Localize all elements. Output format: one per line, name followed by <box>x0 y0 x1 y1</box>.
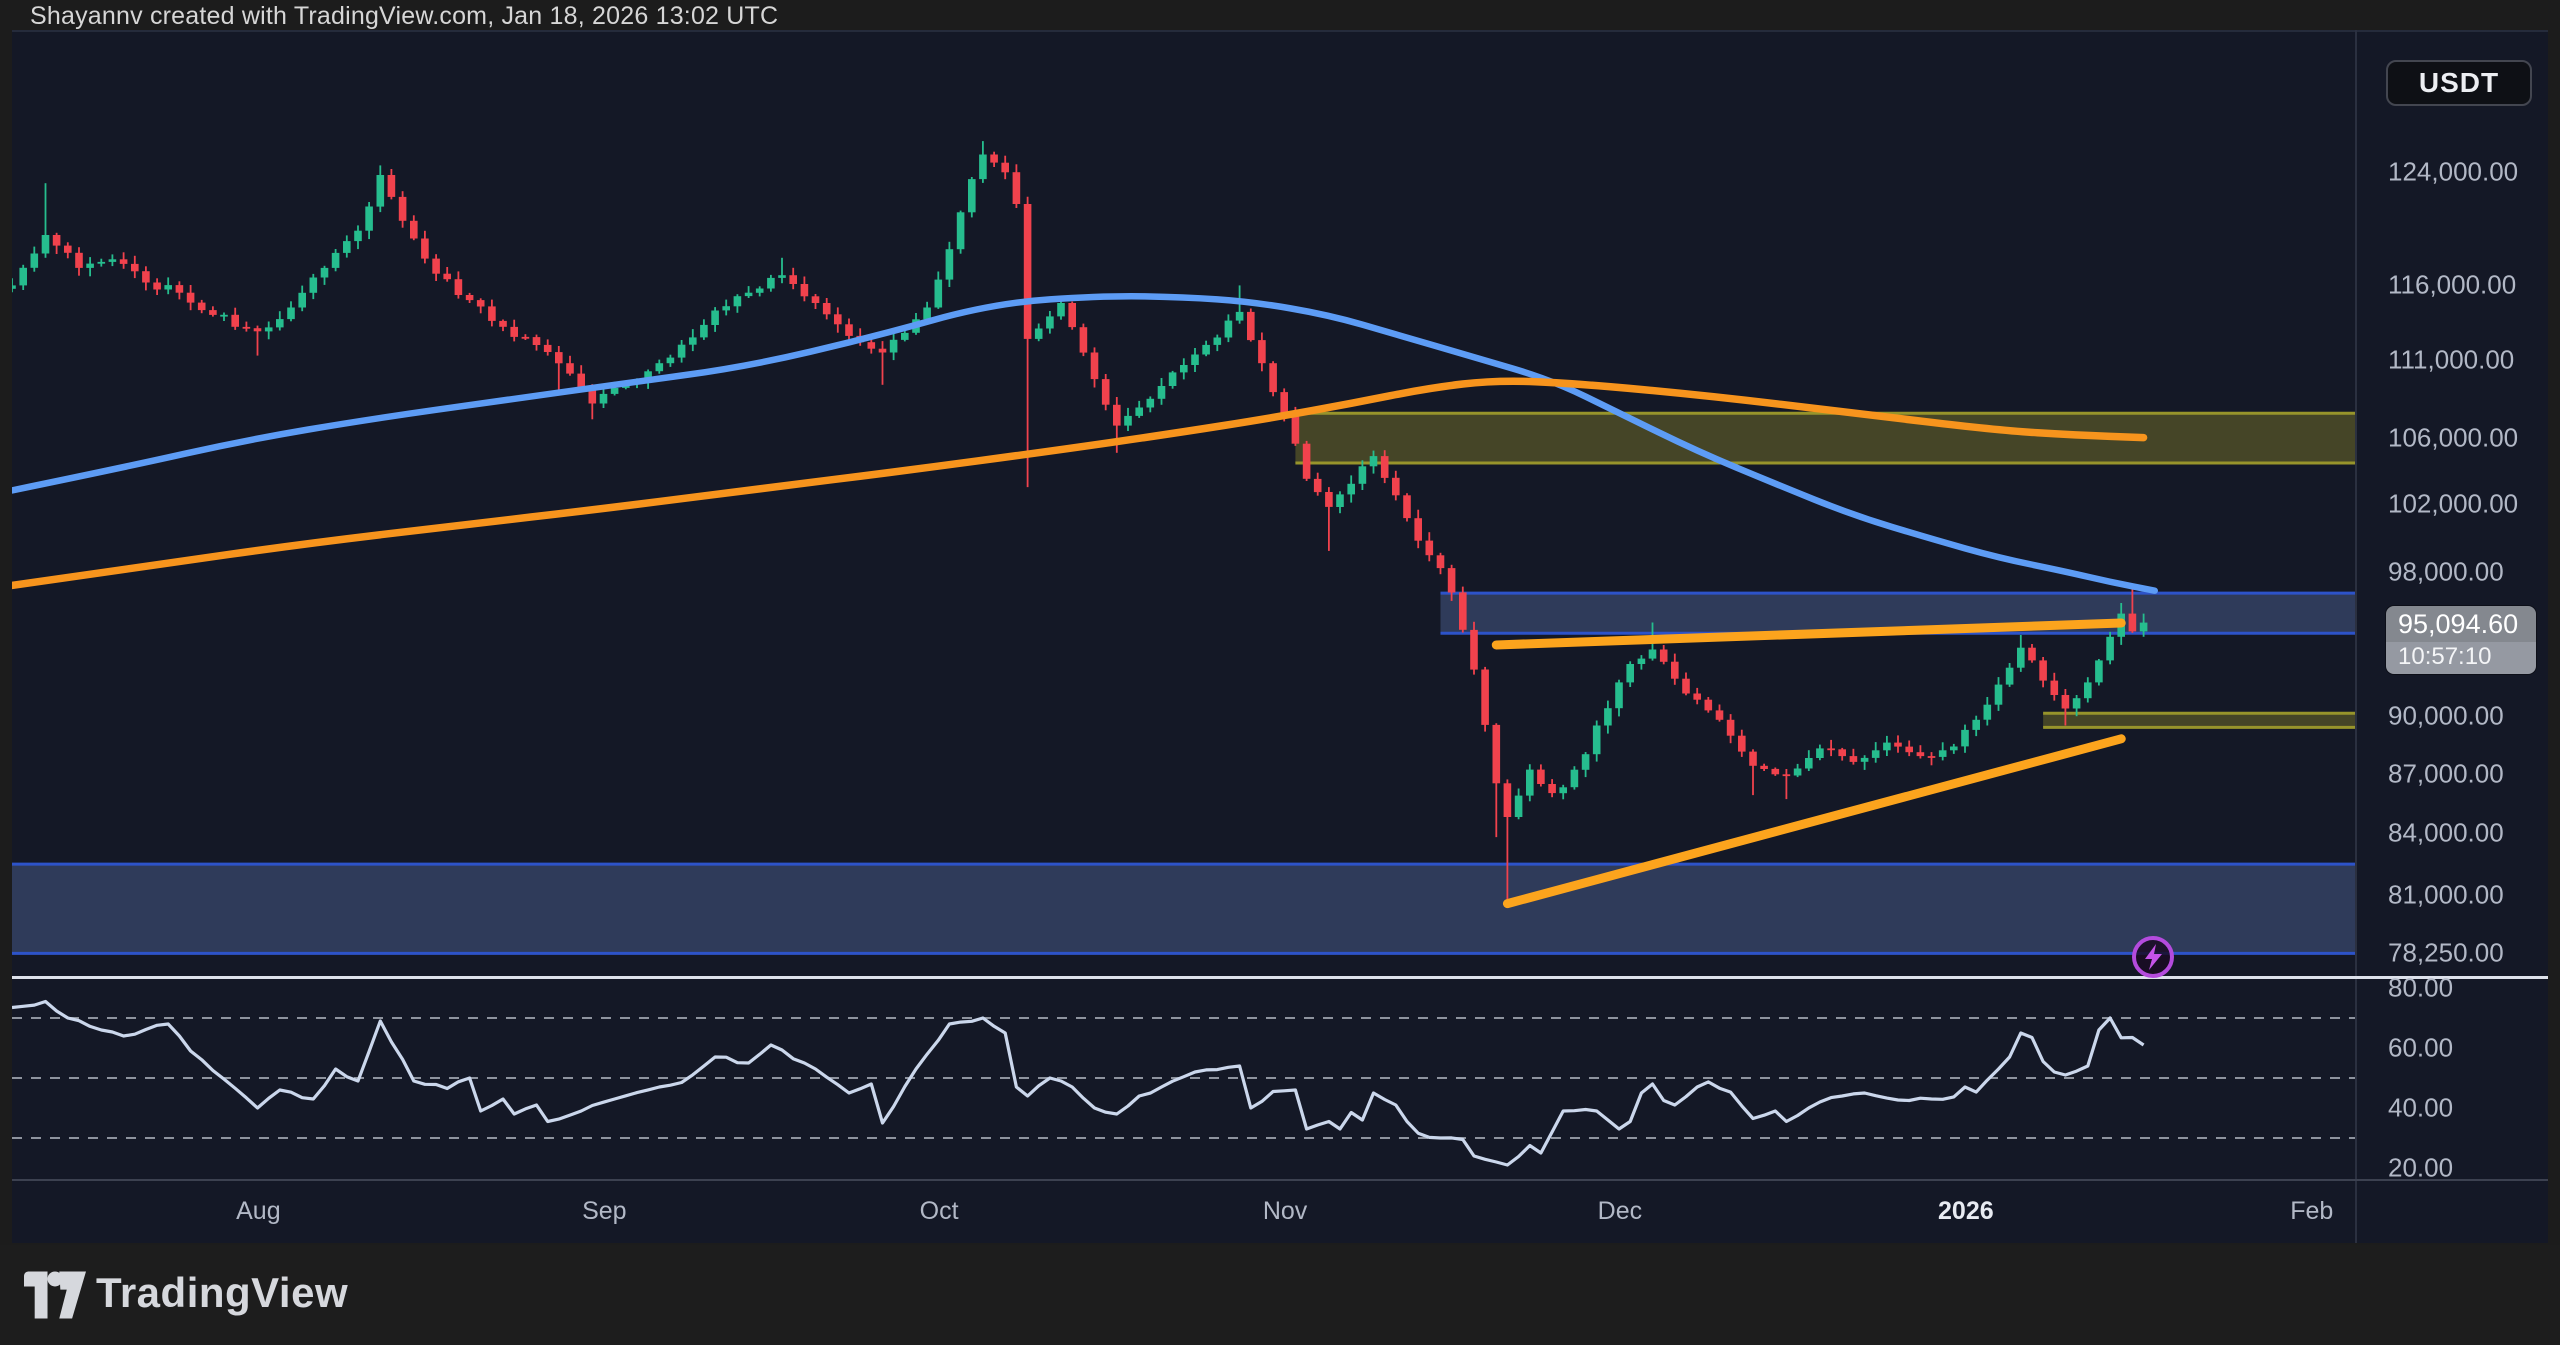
quote-currency-chip[interactable]: USDT <box>2386 60 2532 106</box>
ma-slow-orange[interactable] <box>12 381 2144 585</box>
rsi-axis-label: 20.00 <box>2388 1153 2453 1184</box>
tradingview-logo-icon[interactable] <box>24 1271 86 1319</box>
rsi-axis-label: 40.00 <box>2388 1093 2453 1124</box>
price-axis-label: 124,000.00 <box>2388 157 2518 188</box>
candles-up <box>12 155 2147 818</box>
time-axis-label-aug: Aug <box>236 1197 280 1226</box>
price-axis-label: 106,000.00 <box>2388 423 2518 454</box>
rsi-axis-label: 60.00 <box>2388 1033 2453 1064</box>
bar-countdown: 10:57:10 <box>2386 642 2536 674</box>
last-price-badge: 95,094.60 10:57:10 <box>2386 606 2536 674</box>
price-axis-label: 111,000.00 <box>2388 345 2514 376</box>
candles-down <box>53 155 2136 818</box>
tradingview-screenshot: Shayannv created with TradingView.com, J… <box>0 0 2560 1345</box>
supply-zone-106k[interactable] <box>1295 413 2355 463</box>
flash-marker-icon[interactable] <box>2129 933 2177 981</box>
tradingview-wordmark[interactable]: TradingView <box>96 1269 348 1317</box>
price-axis-label: 102,000.00 <box>2388 488 2518 519</box>
time-axis-label-oct: Oct <box>920 1197 959 1226</box>
price-axis-label: 98,000.00 <box>2388 556 2504 587</box>
rsi-bottom-separator <box>12 1179 2548 1181</box>
price-axis-label: 116,000.00 <box>2388 270 2516 301</box>
time-axis-label-nov: Nov <box>1263 1197 1307 1226</box>
rsi-axis-label: 80.00 <box>2388 973 2453 1004</box>
price-chart-canvas[interactable] <box>12 30 2355 1243</box>
support-zone-80k[interactable] <box>12 864 2355 953</box>
candle-wicks-down <box>57 152 2133 901</box>
price-axis-label: 78,250.00 <box>2388 938 2504 969</box>
rsi-line[interactable] <box>12 1002 2144 1166</box>
attribution-text: Shayannv created with TradingView.com, J… <box>30 2 778 31</box>
price-axis-label: 87,000.00 <box>2388 758 2504 789</box>
candle-wicks-up <box>12 141 2144 819</box>
price-axis-label: 81,000.00 <box>2388 879 2504 910</box>
footer-bar: TradingView <box>0 1245 2560 1345</box>
price-axis-border <box>2355 30 2357 1243</box>
retest-band-90k[interactable] <box>2043 713 2355 727</box>
time-axis-label-2026: 2026 <box>1938 1197 1994 1226</box>
time-axis-label-sep: Sep <box>582 1197 626 1226</box>
time-axis-label-dec: Dec <box>1598 1197 1642 1226</box>
time-axis-label-feb: Feb <box>2290 1197 2333 1226</box>
attribution-bar: Shayannv created with TradingView.com, J… <box>0 0 2560 30</box>
last-price-value: 95,094.60 <box>2386 606 2536 642</box>
pane-top-border <box>12 30 2548 32</box>
chart-region: 124,000.00 116,000.00 111,000.00 106,000.00… <box>12 30 2548 1243</box>
price-axis-label: 90,000.00 <box>2388 701 2504 732</box>
price-axis-label: 84,000.00 <box>2388 818 2504 849</box>
